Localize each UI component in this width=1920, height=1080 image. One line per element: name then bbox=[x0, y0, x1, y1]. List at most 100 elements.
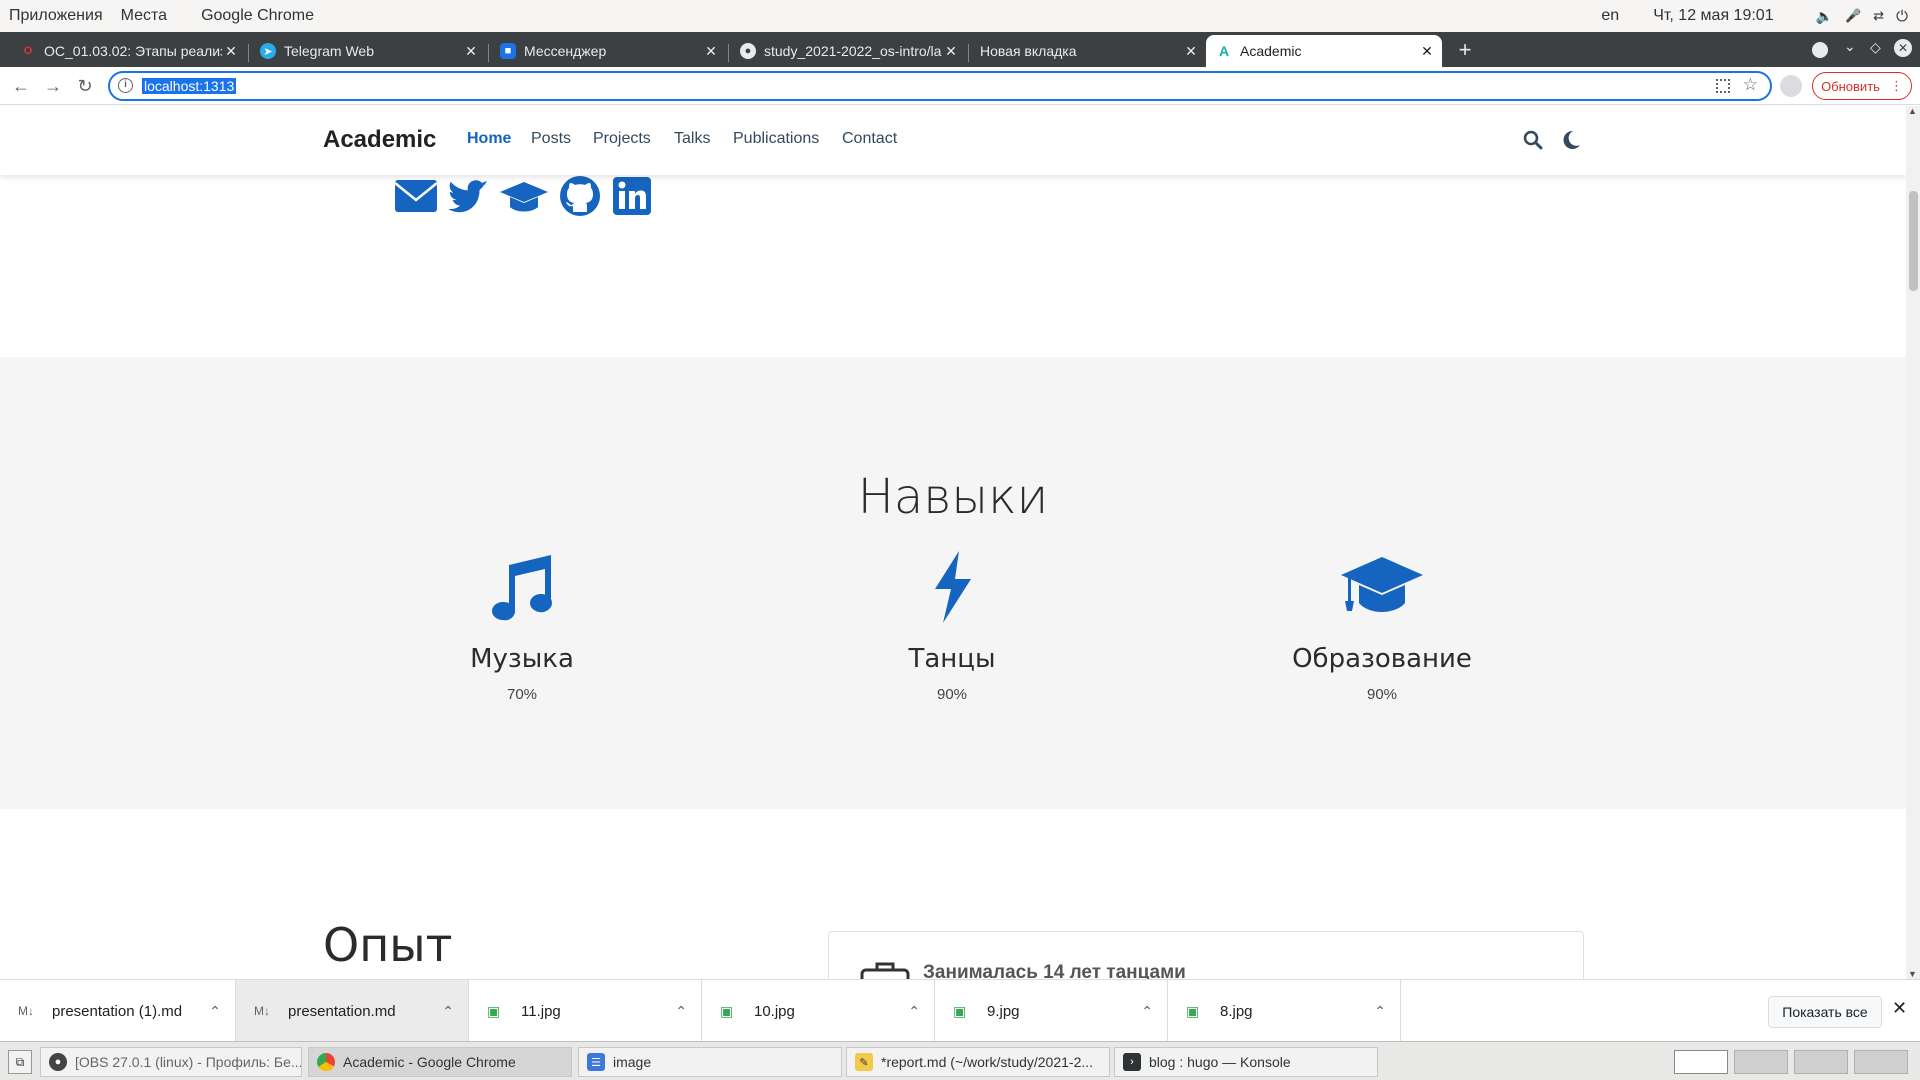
nav-home[interactable]: Home bbox=[467, 130, 511, 148]
close-tab-icon[interactable]: ✕ bbox=[462, 43, 480, 60]
tab-title: Новая вкладка bbox=[980, 43, 1077, 59]
scrollbar-thumb[interactable] bbox=[1909, 191, 1918, 291]
tab-strip: O ОС_01.03.02: Этапы реализации ✕ ➤ Tele… bbox=[0, 32, 1920, 67]
applications-menu[interactable]: Приложения bbox=[0, 7, 112, 25]
download-filename: 10.jpg bbox=[754, 1002, 795, 1020]
reload-button[interactable]: ↻ bbox=[72, 73, 98, 99]
system-top-bar: Приложения Места Google Chrome en Чт, 12… bbox=[0, 0, 1920, 32]
new-tab-button[interactable]: + bbox=[1452, 38, 1478, 64]
site-info-icon[interactable]: i bbox=[118, 78, 133, 93]
close-tab-icon[interactable]: ✕ bbox=[942, 43, 960, 60]
skills-section: Навыки Музыка 70% Танцы 90% Образование … bbox=[0, 357, 1906, 809]
keyboard-layout[interactable]: en bbox=[1601, 7, 1619, 25]
workspace-3[interactable] bbox=[1794, 1050, 1848, 1074]
tab-title: Мессенджер bbox=[524, 43, 607, 59]
chrome-icon bbox=[317, 1053, 335, 1071]
places-menu[interactable]: Места bbox=[112, 7, 176, 25]
download-item[interactable]: ▣ 10.jpg ⌃ bbox=[702, 980, 935, 1042]
close-tab-icon[interactable]: ✕ bbox=[1418, 43, 1436, 60]
tab-academic[interactable]: A Academic ✕ bbox=[1206, 35, 1442, 67]
tab-search-icon[interactable] bbox=[1812, 42, 1828, 58]
minimize-icon[interactable]: ⌄ bbox=[1844, 38, 1856, 55]
show-desktop-icon[interactable]: ⧉ bbox=[8, 1050, 32, 1074]
close-tab-icon[interactable]: ✕ bbox=[222, 43, 240, 60]
document-icon: ☰ bbox=[587, 1053, 605, 1071]
site-brand[interactable]: Academic bbox=[323, 126, 436, 154]
network-icon[interactable]: ⇄ bbox=[1873, 8, 1884, 24]
dark-mode-moon-icon[interactable] bbox=[1563, 130, 1581, 150]
download-item[interactable]: M↓ presentation.md ⌃ bbox=[236, 980, 469, 1042]
chevron-up-icon[interactable]: ⌃ bbox=[209, 1003, 221, 1020]
chevron-up-icon[interactable]: ⌃ bbox=[908, 1003, 920, 1020]
skill-item: Образование 90% bbox=[1232, 547, 1532, 703]
tab-messenger[interactable]: ■ Мессенджер ✕ bbox=[490, 35, 726, 67]
forward-button[interactable]: → bbox=[40, 73, 66, 99]
download-item[interactable]: ▣ 9.jpg ⌃ bbox=[935, 980, 1168, 1042]
power-icon[interactable]: ⏻ bbox=[1896, 8, 1908, 25]
task-title: blog : hugo — Konsole bbox=[1149, 1054, 1291, 1070]
address-bar[interactable]: i localhost:1313 ☆ bbox=[108, 71, 1772, 101]
workspace-1[interactable] bbox=[1674, 1050, 1728, 1074]
nav-contact[interactable]: Contact bbox=[842, 130, 897, 148]
chevron-up-icon[interactable]: ⌃ bbox=[442, 1003, 454, 1020]
download-item[interactable]: ▣ 8.jpg ⌃ bbox=[1168, 980, 1401, 1042]
search-icon[interactable] bbox=[1523, 130, 1543, 150]
tab-separator bbox=[248, 44, 249, 62]
bookmark-star-icon[interactable]: ☆ bbox=[1743, 75, 1758, 95]
clock[interactable]: Чт, 12 мая 19:01 bbox=[1653, 7, 1773, 25]
task-title: Academic - Google Chrome bbox=[343, 1054, 516, 1070]
skills-title: Навыки bbox=[857, 469, 1049, 525]
show-all-downloads-button[interactable]: Показать все bbox=[1768, 996, 1882, 1028]
twitter-icon[interactable] bbox=[446, 174, 490, 218]
taskbar-window-editor[interactable]: ✎ *report.md (~/work/study/2021-2... bbox=[846, 1047, 1110, 1077]
nav-projects[interactable]: Projects bbox=[593, 130, 651, 148]
menu-dots-icon[interactable]: ⋮ bbox=[1890, 78, 1903, 94]
update-button[interactable]: Обновить ⋮ bbox=[1812, 72, 1912, 100]
microphone-icon[interactable]: 🎤 bbox=[1845, 8, 1861, 24]
workspace-2[interactable] bbox=[1734, 1050, 1788, 1074]
close-downloads-icon[interactable]: ✕ bbox=[1892, 998, 1907, 1019]
close-window-icon[interactable]: ✕ bbox=[1894, 39, 1912, 57]
volume-icon[interactable]: 🔈 bbox=[1816, 8, 1833, 25]
qr-code-icon[interactable] bbox=[1716, 79, 1730, 93]
tab-new-tab[interactable]: Новая вкладка ✕ bbox=[970, 35, 1206, 67]
tab-os-course[interactable]: O ОС_01.03.02: Этапы реализации ✕ bbox=[10, 35, 246, 67]
page-scrollbar[interactable]: ▲ ▼ bbox=[1906, 106, 1920, 979]
taskbar-window-obs[interactable]: ● [OBS 27.0.1 (linux) - Профиль: Бе... bbox=[40, 1047, 302, 1077]
download-filename: 9.jpg bbox=[987, 1002, 1020, 1020]
image-file-icon: ▣ bbox=[953, 1002, 967, 1019]
graduation-cap-icon[interactable] bbox=[498, 174, 550, 218]
taskbar-window-chrome[interactable]: Academic - Google Chrome bbox=[308, 1047, 572, 1077]
page-viewport: Academic Home Posts Projects Talks Publi… bbox=[0, 106, 1906, 979]
github-icon[interactable] bbox=[558, 174, 602, 218]
image-file-icon: ▣ bbox=[487, 1002, 501, 1019]
profile-avatar[interactable] bbox=[1780, 75, 1802, 97]
tab-telegram[interactable]: ➤ Telegram Web ✕ bbox=[250, 35, 486, 67]
download-item[interactable]: ▣ 11.jpg ⌃ bbox=[469, 980, 702, 1042]
chevron-up-icon[interactable]: ⌃ bbox=[675, 1003, 687, 1020]
taskbar-window-image[interactable]: ☰ image bbox=[578, 1047, 842, 1077]
current-app-menu[interactable]: Google Chrome bbox=[192, 7, 323, 25]
chevron-up-icon[interactable]: ⌃ bbox=[1374, 1003, 1386, 1020]
nav-talks[interactable]: Talks bbox=[674, 130, 710, 148]
scroll-up-arrow[interactable]: ▲ bbox=[1908, 106, 1917, 116]
tab-github[interactable]: ● study_2021-2022_os-intro/lab ✕ bbox=[730, 35, 966, 67]
workspace-4[interactable] bbox=[1854, 1050, 1908, 1074]
tab-title: ОС_01.03.02: Этапы реализации bbox=[44, 43, 222, 59]
nav-publications[interactable]: Publications bbox=[733, 130, 819, 148]
back-button[interactable]: ← bbox=[8, 73, 34, 99]
download-filename: presentation (1).md bbox=[52, 1002, 183, 1020]
chevron-up-icon[interactable]: ⌃ bbox=[1141, 1003, 1153, 1020]
scroll-down-arrow[interactable]: ▼ bbox=[1908, 969, 1917, 979]
envelope-icon[interactable] bbox=[394, 174, 438, 218]
download-item[interactable]: M↓ presentation (1).md ⌃ bbox=[0, 980, 236, 1042]
nav-posts[interactable]: Posts bbox=[531, 130, 571, 148]
url-text[interactable]: localhost:1313 bbox=[142, 78, 237, 94]
skill-percent: 90% bbox=[936, 686, 968, 703]
maximize-icon[interactable]: ◇ bbox=[1870, 39, 1881, 56]
skill-name: Музыка bbox=[470, 644, 574, 674]
linkedin-icon[interactable] bbox=[610, 174, 654, 218]
taskbar-window-konsole[interactable]: › blog : hugo — Konsole bbox=[1114, 1047, 1378, 1077]
close-tab-icon[interactable]: ✕ bbox=[702, 43, 720, 60]
close-tab-icon[interactable]: ✕ bbox=[1182, 43, 1200, 60]
